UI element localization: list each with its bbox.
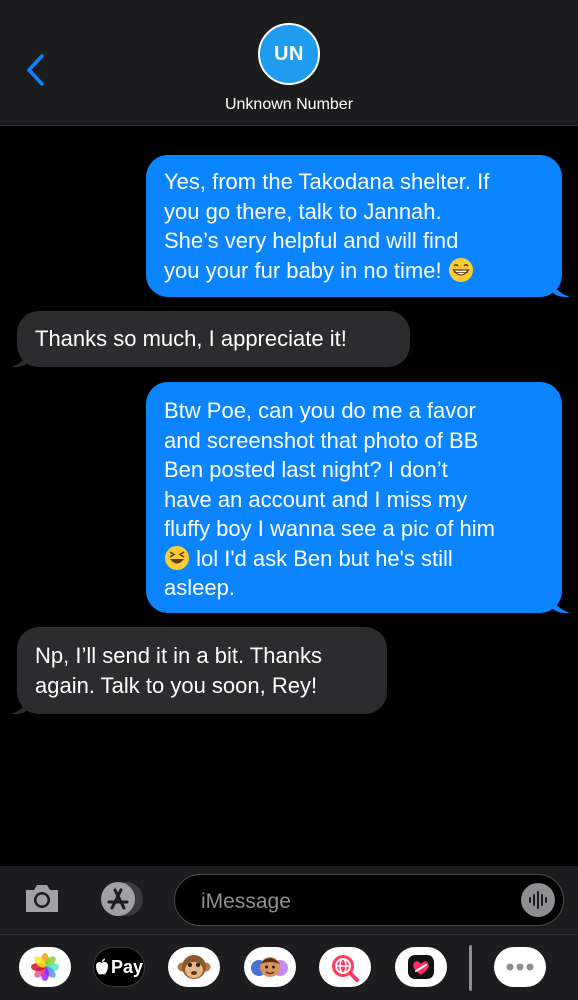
message-text: Thanks so much, I appreciate it! (35, 326, 347, 351)
chevron-left-icon (27, 54, 44, 86)
globe-search-icon (332, 955, 359, 982)
bubble-tail (11, 693, 31, 715)
photos-app-button[interactable] (19, 947, 71, 987)
outgoing-message[interactable]: Btw Poe, can you do me a favor and scree… (146, 382, 562, 613)
apple-pay-button[interactable]: Pay (93, 947, 145, 987)
camera-icon (26, 885, 58, 912)
camera-button[interactable] (22, 880, 62, 916)
app-store-icon (101, 882, 143, 916)
bubble-tail (550, 592, 570, 614)
app-strip-divider (469, 945, 472, 991)
app-drawer: Pay (0, 934, 578, 1000)
message-text: Np, I’ll send it in a bit. Thanks again.… (35, 643, 322, 698)
heart-icon (408, 955, 434, 979)
digital-touch-app-button[interactable] (395, 947, 447, 987)
apple-icon (95, 958, 108, 975)
search-app-button[interactable] (319, 947, 371, 987)
bubble-tail (11, 346, 31, 368)
incoming-message[interactable]: Np, I’ll send it in a bit. Thanks again.… (17, 627, 387, 714)
contact-name[interactable]: Unknown Number (0, 96, 578, 114)
memoji-app-button[interactable] (244, 947, 296, 987)
photos-icon (31, 953, 59, 981)
app-store-button[interactable] (96, 880, 148, 918)
bubble-tail (550, 276, 570, 298)
message-placeholder: iMessage (201, 890, 291, 913)
laughing-face-emoji-icon (165, 545, 189, 570)
conversation-header: UN Unknown Number (0, 0, 578, 126)
audio-message-button[interactable] (521, 883, 555, 917)
incoming-message[interactable]: Thanks so much, I appreciate it! (17, 311, 410, 367)
memoji-icon (251, 957, 288, 977)
more-icon (506, 963, 534, 971)
outgoing-message[interactable]: Yes, from the Takodana shelter. If you g… (146, 155, 562, 297)
waveform-icon (529, 891, 547, 909)
contact-avatar[interactable]: UN (258, 23, 320, 85)
back-button[interactable] (22, 52, 52, 88)
apple-pay-label: Pay (110, 956, 144, 977)
message-text: Yes, from the Takodana shelter. If you g… (164, 169, 490, 283)
more-apps-button[interactable] (494, 947, 546, 987)
message-text: Btw Poe, can you do me a favor and scree… (164, 398, 495, 600)
animoji-app-button[interactable] (168, 947, 220, 987)
message-input[interactable]: iMessage (174, 874, 564, 926)
grinning-face-emoji-icon (448, 257, 473, 282)
monkey-icon (177, 955, 211, 979)
compose-bar: iMessage (0, 866, 578, 934)
